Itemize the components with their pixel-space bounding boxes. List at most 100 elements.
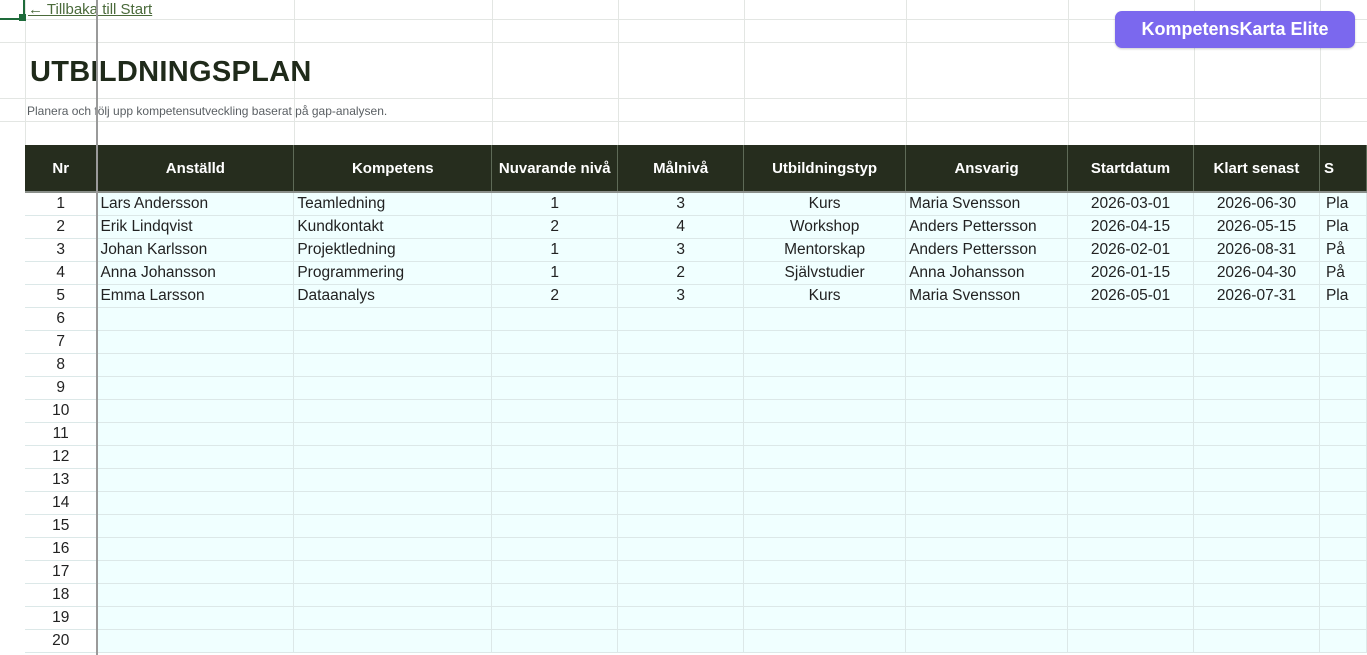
cell-responsible[interactable]: Maria Svensson [905,191,1069,216]
cell-current-level[interactable] [491,468,619,492]
cell-target-level[interactable] [617,537,745,561]
cell-training-type[interactable]: Kurs [743,284,907,308]
cell-due-date[interactable]: 2026-06-30 [1193,191,1320,216]
cell-status[interactable] [1319,445,1367,469]
cell-status[interactable] [1319,560,1367,584]
cell-nr[interactable]: 1 [25,191,98,216]
cell-training-type[interactable]: Kurs [743,191,907,216]
cell-status[interactable] [1319,583,1367,607]
header-due-date[interactable]: Klart senast [1193,145,1320,192]
cell-employee[interactable]: Johan Karlsson [96,238,295,262]
header-nr[interactable]: Nr [25,145,98,192]
cell-competence[interactable]: Teamledning [293,191,493,216]
cell-employee[interactable] [96,514,295,538]
cell-competence[interactable] [293,629,493,653]
cell-responsible[interactable] [905,583,1069,607]
cell-current-level[interactable] [491,445,619,469]
cell-start-date[interactable] [1067,468,1194,492]
cell-target-level[interactable] [617,307,745,331]
header-employee[interactable]: Anställd [96,145,295,192]
cell-current-level[interactable] [491,606,619,630]
cell-due-date[interactable] [1193,468,1320,492]
cell-training-type[interactable]: Självstudier [743,261,907,285]
cell-start-date[interactable]: 2026-03-01 [1067,191,1194,216]
back-to-start-link[interactable]: ← Tillbaka till Start [28,0,152,20]
cell-training-type[interactable] [743,491,907,515]
cell-responsible[interactable] [905,606,1069,630]
cell-training-type[interactable]: Workshop [743,215,907,239]
cell-status[interactable] [1319,330,1367,354]
cell-employee[interactable] [96,537,295,561]
cell-start-date[interactable] [1067,422,1194,446]
cell-start-date[interactable] [1067,353,1194,377]
cell-responsible[interactable] [905,376,1069,400]
cell-competence[interactable] [293,399,493,423]
cell-target-level[interactable] [617,445,745,469]
cell-nr[interactable]: 2 [25,215,98,239]
cell-status[interactable]: På [1319,261,1367,285]
cell-start-date[interactable]: 2026-02-01 [1067,238,1194,262]
cell-due-date[interactable] [1193,629,1320,653]
cell-employee[interactable] [96,330,295,354]
cell-nr[interactable]: 4 [25,261,98,285]
cell-target-level[interactable]: 3 [617,238,745,262]
cell-responsible[interactable] [905,445,1069,469]
cell-current-level[interactable]: 1 [491,261,619,285]
cell-start-date[interactable] [1067,537,1194,561]
header-competence[interactable]: Kompetens [293,145,493,192]
cell-target-level[interactable] [617,468,745,492]
cell-target-level[interactable] [617,399,745,423]
cell-current-level[interactable] [491,560,619,584]
cell-status[interactable]: På [1319,238,1367,262]
cell-competence[interactable] [293,560,493,584]
cell-employee[interactable]: Lars Andersson [96,191,295,216]
cell-status[interactable] [1319,629,1367,653]
cell-employee[interactable] [96,491,295,515]
cell-competence[interactable] [293,445,493,469]
cell-target-level[interactable] [617,514,745,538]
cell-responsible[interactable] [905,353,1069,377]
cell-employee[interactable] [96,399,295,423]
cell-employee[interactable]: Anna Johansson [96,261,295,285]
cell-responsible[interactable] [905,307,1069,331]
header-current-level[interactable]: Nuvarande nivå [491,145,619,192]
cell-due-date[interactable] [1193,422,1320,446]
cell-target-level[interactable] [617,376,745,400]
header-responsible[interactable]: Ansvarig [905,145,1069,192]
cell-competence[interactable]: Kundkontakt [293,215,493,239]
cell-training-type[interactable]: Mentorskap [743,238,907,262]
cell-due-date[interactable]: 2026-05-15 [1193,215,1320,239]
cell-responsible[interactable] [905,629,1069,653]
header-training-type[interactable]: Utbildningstyp [743,145,907,192]
cell-due-date[interactable] [1193,491,1320,515]
cell-due-date[interactable]: 2026-04-30 [1193,261,1320,285]
cell-competence[interactable] [293,537,493,561]
cell-nr[interactable]: 13 [25,468,98,492]
cell-competence[interactable] [293,514,493,538]
cell-start-date[interactable] [1067,560,1194,584]
cell-target-level[interactable] [617,629,745,653]
cell-competence[interactable]: Dataanalys [293,284,493,308]
cell-employee[interactable]: Erik Lindqvist [96,215,295,239]
cell-target-level[interactable] [617,422,745,446]
cell-training-type[interactable] [743,445,907,469]
cell-training-type[interactable] [743,629,907,653]
cell-employee[interactable] [96,583,295,607]
cell-employee[interactable] [96,422,295,446]
header-target-level[interactable]: Målnivå [617,145,745,192]
cell-nr[interactable]: 6 [25,307,98,331]
cell-due-date[interactable] [1193,514,1320,538]
cell-start-date[interactable]: 2026-05-01 [1067,284,1194,308]
cell-nr[interactable]: 20 [25,629,98,653]
cell-due-date[interactable] [1193,399,1320,423]
cell-training-type[interactable] [743,606,907,630]
cell-start-date[interactable] [1067,606,1194,630]
cell-employee[interactable] [96,629,295,653]
cell-start-date[interactable] [1067,629,1194,653]
cell-nr[interactable]: 10 [25,399,98,423]
cell-nr[interactable]: 14 [25,491,98,515]
cell-due-date[interactable] [1193,606,1320,630]
cell-current-level[interactable] [491,330,619,354]
cell-responsible[interactable] [905,491,1069,515]
cell-employee[interactable] [96,353,295,377]
